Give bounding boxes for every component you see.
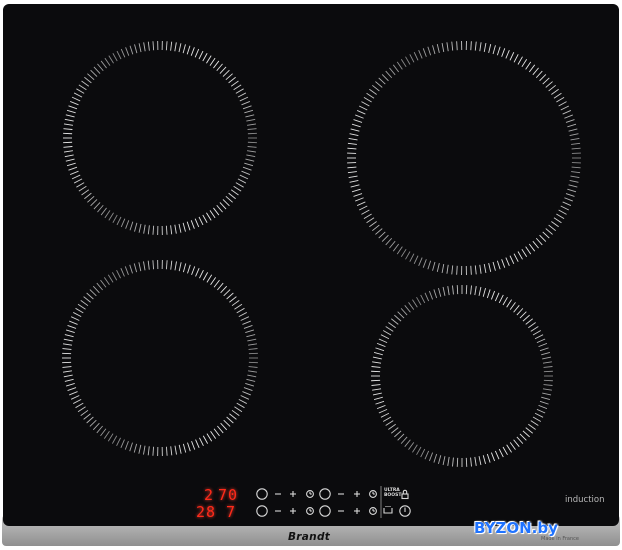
display-top-right: 70 (218, 486, 239, 504)
induction-label: induction (565, 495, 605, 505)
brand-logo: Brandt (288, 531, 331, 543)
watermark: BYZON.by (474, 519, 558, 537)
display-bottom-right: 7 (226, 503, 237, 521)
cooking-zone-back-right[interactable] (348, 40, 582, 274)
ultra-boost-button[interactable]: ULTRA BOOST (384, 488, 402, 498)
cooking-zone-back-left[interactable] (60, 40, 260, 240)
display-top-left: 2 (204, 486, 215, 504)
display-bottom-left: 28 (196, 503, 217, 521)
cooking-zone-front-left[interactable] (60, 260, 260, 460)
cooking-zone-front-right[interactable] (373, 285, 553, 465)
